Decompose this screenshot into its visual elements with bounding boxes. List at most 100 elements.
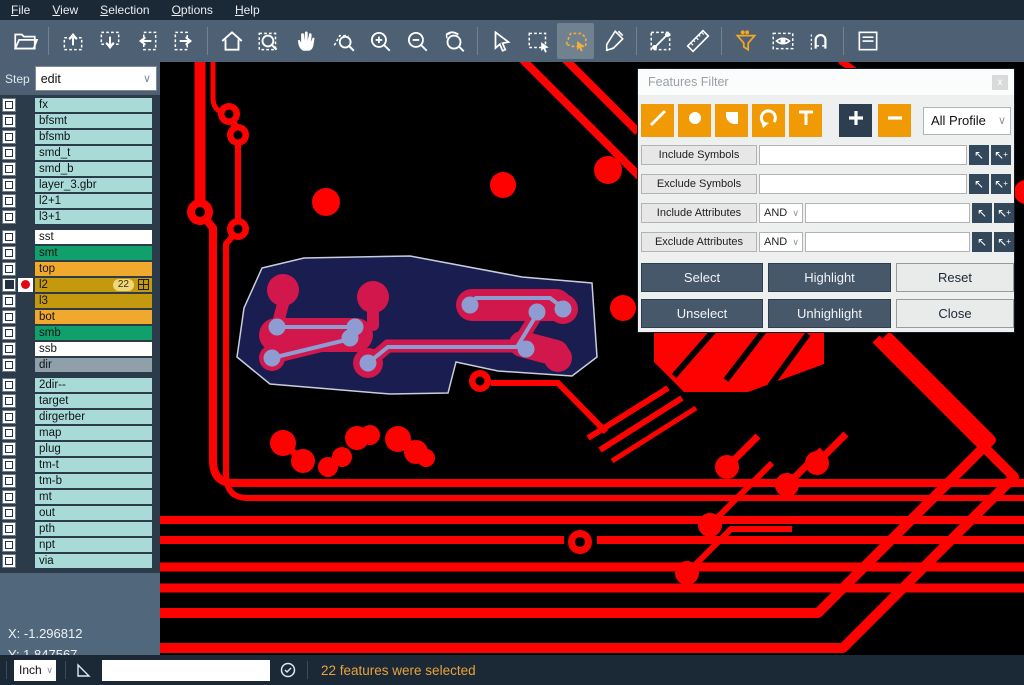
- zoom-window-button[interactable]: [250, 23, 287, 59]
- layer-visibility-checkbox[interactable]: [2, 522, 16, 536]
- layer-row-ssb[interactable]: ssb: [0, 341, 160, 356]
- layer-name[interactable]: map: [35, 426, 152, 440]
- layer-visibility-checkbox[interactable]: [2, 246, 16, 260]
- layer-row-tm-t[interactable]: tm-t: [0, 457, 160, 472]
- layer-indicator[interactable]: [18, 194, 33, 208]
- layer-visibility-checkbox[interactable]: [2, 378, 16, 392]
- pick-attribute-button[interactable]: ↖: [972, 203, 992, 223]
- panel-button[interactable]: [849, 23, 886, 59]
- select-button[interactable]: Select: [641, 263, 763, 292]
- layer-visibility-checkbox[interactable]: [2, 114, 16, 128]
- exclude-attributes-input[interactable]: [805, 232, 970, 252]
- layer-indicator[interactable]: [18, 246, 33, 260]
- unhighlight-button[interactable]: Unhighlight: [768, 299, 891, 328]
- layer-name[interactable]: smd_t: [35, 146, 152, 160]
- active-layer-indicator[interactable]: [18, 278, 33, 292]
- layer-row-dirgerber[interactable]: dirgerber: [0, 409, 160, 424]
- layer-row-smt[interactable]: smt: [0, 245, 160, 260]
- layer-name[interactable]: fx: [35, 98, 152, 112]
- layer-indicator[interactable]: [18, 310, 33, 324]
- layer-visibility-checkbox[interactable]: [2, 130, 16, 144]
- layer-name[interactable]: target: [35, 394, 152, 408]
- layer-visibility-checkbox[interactable]: [2, 554, 16, 568]
- layer-row-l3+1[interactable]: l3+1: [0, 209, 160, 224]
- pick-symbol-add-button[interactable]: ↖+: [991, 145, 1011, 165]
- menu-item-file[interactable]: File: [0, 0, 41, 20]
- layer-indicator[interactable]: [18, 326, 33, 340]
- layer-visibility-checkbox[interactable]: [2, 394, 16, 408]
- include-symbols-input[interactable]: [759, 145, 967, 165]
- pick-attribute-button[interactable]: ↖: [972, 232, 992, 252]
- pan-up-button[interactable]: [54, 23, 91, 59]
- layer-indicator[interactable]: [18, 294, 33, 308]
- pan-right-button[interactable]: [165, 23, 202, 59]
- reset-button[interactable]: Reset: [896, 263, 1014, 292]
- layer-name[interactable]: l3: [35, 294, 152, 308]
- layer-row-layer_3.gbr[interactable]: layer_3.gbr: [0, 177, 160, 192]
- layer-indicator[interactable]: [18, 490, 33, 504]
- layer-visibility-checkbox[interactable]: [2, 538, 16, 552]
- layer-visibility-checkbox[interactable]: [2, 490, 16, 504]
- zoom-out-button[interactable]: [398, 23, 435, 59]
- layer-row-fx[interactable]: fx: [0, 97, 160, 112]
- layer-row-l2+1[interactable]: l2+1: [0, 193, 160, 208]
- layer-row-bot[interactable]: bot: [0, 309, 160, 324]
- layer-visibility-checkbox[interactable]: [2, 178, 16, 192]
- layer-visibility-checkbox[interactable]: [2, 410, 16, 424]
- layer-visibility-checkbox[interactable]: [2, 458, 16, 472]
- arc-feature-button[interactable]: [752, 104, 785, 137]
- layer-row-top[interactable]: top: [0, 261, 160, 276]
- layer-visibility-checkbox[interactable]: [2, 506, 16, 520]
- layer-row-l2[interactable]: l222: [0, 277, 160, 292]
- layer-name[interactable]: l3+1: [35, 210, 152, 224]
- layer-indicator[interactable]: [18, 410, 33, 424]
- layer-visibility-checkbox[interactable]: [2, 98, 16, 112]
- layer-indicator[interactable]: [18, 458, 33, 472]
- zoom-object-button[interactable]: [324, 23, 361, 59]
- layer-indicator[interactable]: [18, 538, 33, 552]
- layer-indicator[interactable]: [18, 114, 33, 128]
- layer-indicator[interactable]: [18, 426, 33, 440]
- layer-name[interactable]: tm-b: [35, 474, 152, 488]
- layer-name[interactable]: top: [35, 262, 152, 276]
- menu-item-help[interactable]: Help: [224, 0, 271, 20]
- layer-visibility-checkbox[interactable]: [2, 342, 16, 356]
- layer-visibility-checkbox[interactable]: [2, 162, 16, 176]
- layer-row-out[interactable]: out: [0, 505, 160, 520]
- layer-name[interactable]: plug: [35, 442, 152, 456]
- pick-symbol-button[interactable]: ↖: [969, 174, 989, 194]
- layer-indicator[interactable]: [18, 342, 33, 356]
- layer-name[interactable]: pth: [35, 522, 152, 536]
- close-button[interactable]: Close: [896, 299, 1014, 328]
- layer-row-via[interactable]: via: [0, 553, 160, 568]
- layer-name[interactable]: 2dir--: [35, 378, 152, 392]
- include-symbols-button[interactable]: Include Symbols: [641, 145, 757, 165]
- layer-name[interactable]: ssb: [35, 342, 152, 356]
- line-feature-button[interactable]: [641, 104, 674, 137]
- layer-row-sst[interactable]: sst: [0, 229, 160, 244]
- layer-visibility-checkbox[interactable]: [2, 262, 16, 276]
- dialog-close-button[interactable]: x: [992, 75, 1008, 90]
- layer-name[interactable]: bfsmb: [35, 130, 152, 144]
- layer-indicator[interactable]: [18, 554, 33, 568]
- exclude-attributes-operator-select[interactable]: AND ∨: [759, 232, 803, 252]
- exclude-symbols-button[interactable]: Exclude Symbols: [641, 174, 757, 194]
- zoom-in-button[interactable]: [361, 23, 398, 59]
- layer-visibility-checkbox[interactable]: [2, 358, 16, 372]
- dialog-title-bar[interactable]: Features Filter x: [638, 69, 1014, 95]
- layer-visibility-checkbox[interactable]: [2, 194, 16, 208]
- layer-name[interactable]: smt: [35, 246, 152, 260]
- layer-row-npt[interactable]: npt: [0, 537, 160, 552]
- pointer-tool-button[interactable]: [483, 23, 520, 59]
- layer-row-smd_t[interactable]: smd_t: [0, 145, 160, 160]
- layer-name[interactable]: l2+1: [35, 194, 152, 208]
- polygon-select-button[interactable]: [557, 23, 594, 59]
- layer-visibility-checkbox[interactable]: [2, 426, 16, 440]
- layer-indicator[interactable]: [18, 230, 33, 244]
- layer-row-l3[interactable]: l3: [0, 293, 160, 308]
- snap-button[interactable]: [801, 23, 838, 59]
- include-attributes-button[interactable]: Include Attributes: [641, 203, 757, 223]
- layer-name[interactable]: l222: [35, 278, 152, 292]
- layer-name[interactable]: out: [35, 506, 152, 520]
- exclude-attributes-button[interactable]: Exclude Attributes: [641, 232, 757, 252]
